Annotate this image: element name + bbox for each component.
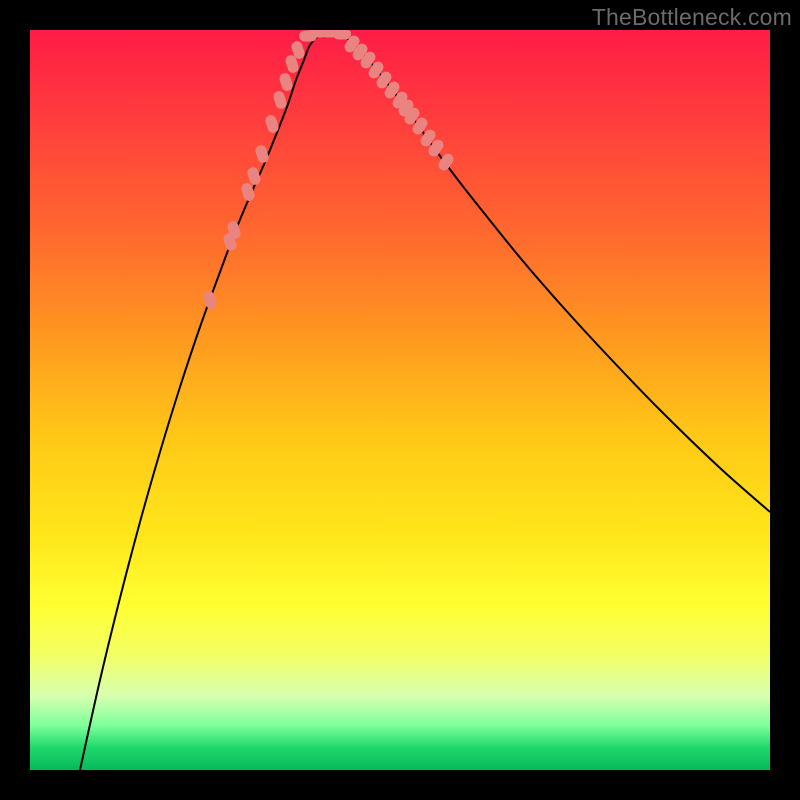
marker-group-left [202,40,306,311]
curve-marker [333,30,351,40]
marker-group-right [342,33,455,172]
plot-area [30,30,770,770]
chart-frame: TheBottleneck.com [0,0,800,800]
curve-marker [240,182,256,203]
marker-group-bottom [299,30,351,42]
curve-marker [202,290,218,311]
curve-marker [278,72,294,93]
curve-marker [254,144,270,165]
curve-svg [30,30,770,770]
curve-marker [272,90,288,111]
curve-marker [246,166,262,187]
watermark-text: TheBottleneck.com [592,4,792,31]
